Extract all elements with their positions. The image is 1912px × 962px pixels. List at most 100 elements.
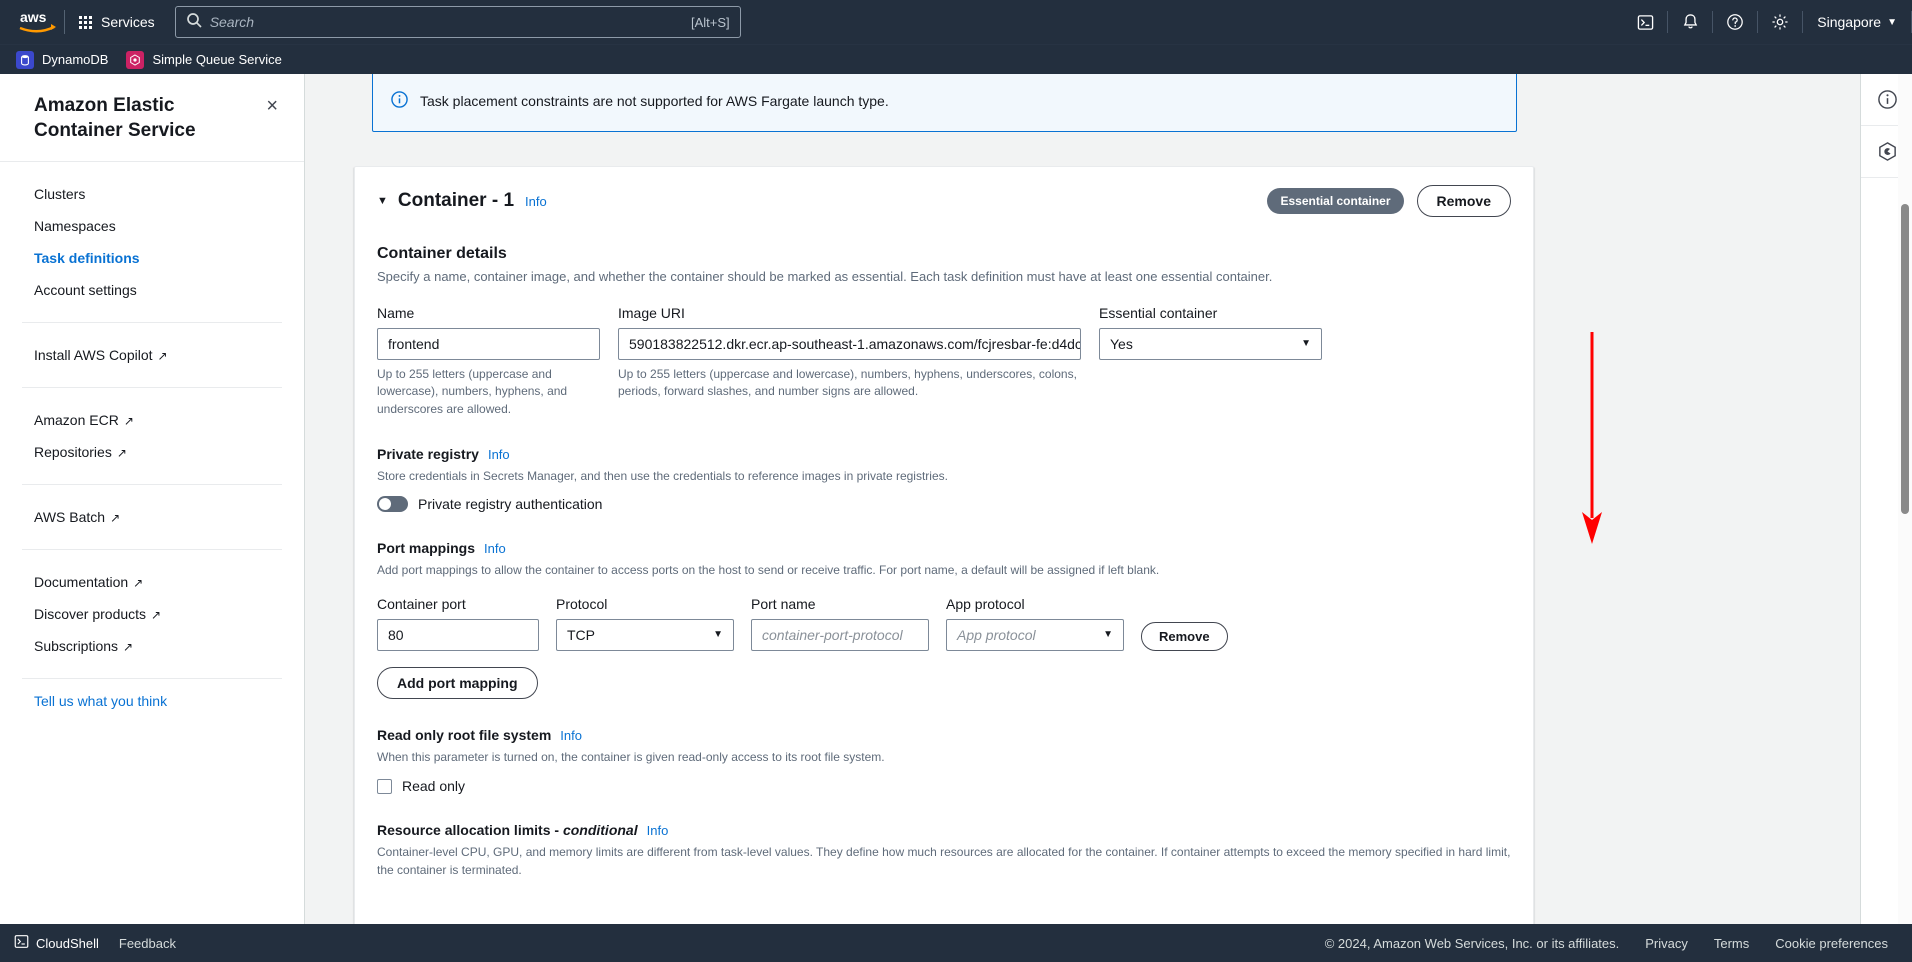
container-details-fields: Name frontend Up to 255 letters (upperca… <box>377 305 1511 418</box>
sidebar-item-install-copilot[interactable]: Install AWS Copilot ↗ <box>0 339 304 371</box>
sidebar-item-discover-products[interactable]: Discover products ↗ <box>0 598 304 630</box>
sidebar-item-account-settings[interactable]: Account settings <box>0 274 304 306</box>
chevron-down-icon: ▼ <box>1103 629 1113 641</box>
sidebar-header: Amazon Elastic Container Service × <box>0 74 304 163</box>
search-input[interactable] <box>201 14 692 30</box>
footer-privacy-link[interactable]: Privacy <box>1645 936 1688 951</box>
protocol-group: Protocol TCP ▼ <box>556 596 734 651</box>
port-mappings-description: Add port mappings to allow the container… <box>377 563 1160 578</box>
name-label: Name <box>377 304 415 321</box>
private-registry-info-link[interactable]: Info <box>488 447 510 462</box>
sidebar-item-label: Amazon ECR <box>34 412 119 429</box>
main-content: Task placement constraints are not suppo… <box>305 74 1842 924</box>
page-scrollbar-track[interactable] <box>1898 74 1912 924</box>
protocol-value: TCP <box>567 626 595 643</box>
cloudshell-icon <box>14 934 29 952</box>
waffle-grid-icon <box>79 15 92 29</box>
sidebar-group-copilot: Install AWS Copilot ↗ <box>0 323 304 387</box>
bell-icon[interactable] <box>1668 0 1712 44</box>
footer-terms-link[interactable]: Terms <box>1714 936 1749 951</box>
favorite-label: DynamoDB <box>42 52 109 67</box>
resource-limits-info-link[interactable]: Info <box>647 823 669 838</box>
resource-limits-conditional: conditional <box>562 822 638 839</box>
read-only-checkbox-label: Read only <box>402 778 466 795</box>
port-mapping-remove-group: Remove <box>1141 621 1228 651</box>
container-port-input[interactable]: 80 <box>377 618 539 651</box>
container-port-label: Container port <box>377 595 466 612</box>
dynamodb-icon <box>16 50 34 69</box>
search-shortcut-hint: [Alt+S] <box>691 14 730 30</box>
sidebar-item-namespaces[interactable]: Namespaces <box>0 210 304 242</box>
app-protocol-value: App protocol <box>957 626 1036 643</box>
private-registry-section: Private registry Info Store credentials … <box>377 446 1511 513</box>
alert-message: Task placement constraints are not suppo… <box>420 93 889 109</box>
private-registry-toggle-label: Private registry authentication <box>418 496 603 513</box>
protocol-select[interactable]: TCP ▼ <box>556 618 734 651</box>
container-panel-title: Container - 1 <box>397 190 515 211</box>
sidebar-item-repositories[interactable]: Repositories ↗ <box>0 436 304 468</box>
sidebar-item-clusters[interactable]: Clusters <box>0 178 304 210</box>
port-name-label: Port name <box>751 595 816 612</box>
footer-cookie-preferences-link[interactable]: Cookie preferences <box>1775 936 1888 951</box>
private-registry-label: Private registry <box>377 446 479 463</box>
remove-container-button[interactable]: Remove <box>1416 185 1511 217</box>
container-port-group: Container port 80 <box>377 596 539 651</box>
container-1-panel: ▼ Container - 1 Info Essential container… <box>354 166 1534 924</box>
collapse-caret-icon[interactable]: ▼ <box>377 195 388 207</box>
app-protocol-label: App protocol <box>946 595 1025 612</box>
name-input[interactable]: frontend <box>377 327 600 360</box>
info-alert: Task placement constraints are not suppo… <box>372 74 1517 132</box>
port-mappings-info-link[interactable]: Info <box>484 541 506 556</box>
private-registry-description: Store credentials in Secrets Manager, an… <box>377 469 948 484</box>
region-selector[interactable]: Singapore ▼ <box>1803 14 1911 30</box>
sidebar-item-aws-batch[interactable]: AWS Batch ↗ <box>0 501 304 533</box>
gear-icon[interactable] <box>1758 0 1802 44</box>
aws-logo[interactable]: aws <box>16 8 60 36</box>
favorite-dynamodb[interactable]: DynamoDB <box>16 50 109 69</box>
cloudshell-label: CloudShell <box>36 935 99 951</box>
resource-limits-label-text: Resource allocation limits - <box>377 822 563 839</box>
image-uri-field-group: Image URI 590183822512.dkr.ecr.ap-southe… <box>618 305 1081 418</box>
sidebar-item-task-definitions[interactable]: Task definitions <box>0 242 304 274</box>
sidebar-item-label: AWS Batch <box>34 509 106 526</box>
port-mapping-row: Container port 80 Protocol TCP ▼ Port na… <box>377 596 1511 651</box>
sidebar-item-amazon-ecr[interactable]: Amazon ECR ↗ <box>0 404 304 436</box>
name-field-group: Name frontend Up to 255 letters (upperca… <box>377 305 600 418</box>
footer-feedback-link[interactable]: Feedback <box>119 936 176 951</box>
external-link-icon: ↗ <box>133 576 144 591</box>
private-registry-auth-toggle[interactable] <box>377 496 408 513</box>
essential-container-select[interactable]: Yes ▼ <box>1099 327 1322 360</box>
container-details-heading: Container details <box>377 245 507 262</box>
external-link-icon: ↗ <box>110 511 121 526</box>
container-details-description: Specify a name, container image, and whe… <box>377 269 1273 284</box>
add-port-mapping-button[interactable]: Add port mapping <box>377 666 538 699</box>
toggle-knob <box>379 498 391 511</box>
read-only-checkbox[interactable] <box>377 778 392 794</box>
page-scrollbar-thumb[interactable] <box>1901 204 1909 514</box>
port-name-input[interactable]: container-port-protocol <box>751 618 929 651</box>
footer-copyright: © 2024, Amazon Web Services, Inc. or its… <box>1324 935 1620 951</box>
global-search[interactable]: [Alt+S] <box>174 6 741 38</box>
app-protocol-select[interactable]: App protocol ▼ <box>946 618 1124 651</box>
resource-limits-label: Resource allocation limits - conditional <box>377 822 638 838</box>
cloudshell-icon[interactable] <box>1623 0 1667 44</box>
read-only-checkbox-row: Read only <box>377 778 1511 794</box>
sidebar-item-subscriptions[interactable]: Subscriptions ↗ <box>0 630 304 662</box>
external-link-icon: ↗ <box>123 414 134 429</box>
remove-port-mapping-button[interactable]: Remove <box>1141 621 1228 651</box>
close-icon[interactable]: × <box>262 94 282 118</box>
read-only-fs-info-link[interactable]: Info <box>560 728 582 743</box>
right-rail-gap <box>1842 74 1860 924</box>
image-uri-input[interactable]: 590183822512.dkr.ecr.ap-southeast-1.amaz… <box>618 327 1081 360</box>
search-icon <box>186 12 202 33</box>
cloudshell-button[interactable]: CloudShell <box>14 934 99 952</box>
favorite-sqs[interactable]: Simple Queue Service <box>126 50 282 69</box>
sidebar-feedback-link[interactable]: Tell us what you think <box>0 679 304 723</box>
sidebar-item-documentation[interactable]: Documentation ↗ <box>0 566 304 598</box>
sidebar-title: Amazon Elastic Container Service <box>34 95 196 141</box>
container-info-link[interactable]: Info <box>525 194 547 209</box>
services-label: Services <box>101 14 155 30</box>
help-icon[interactable] <box>1713 0 1757 44</box>
external-link-icon: ↗ <box>157 349 168 364</box>
services-menu-button[interactable]: Services <box>69 8 165 36</box>
